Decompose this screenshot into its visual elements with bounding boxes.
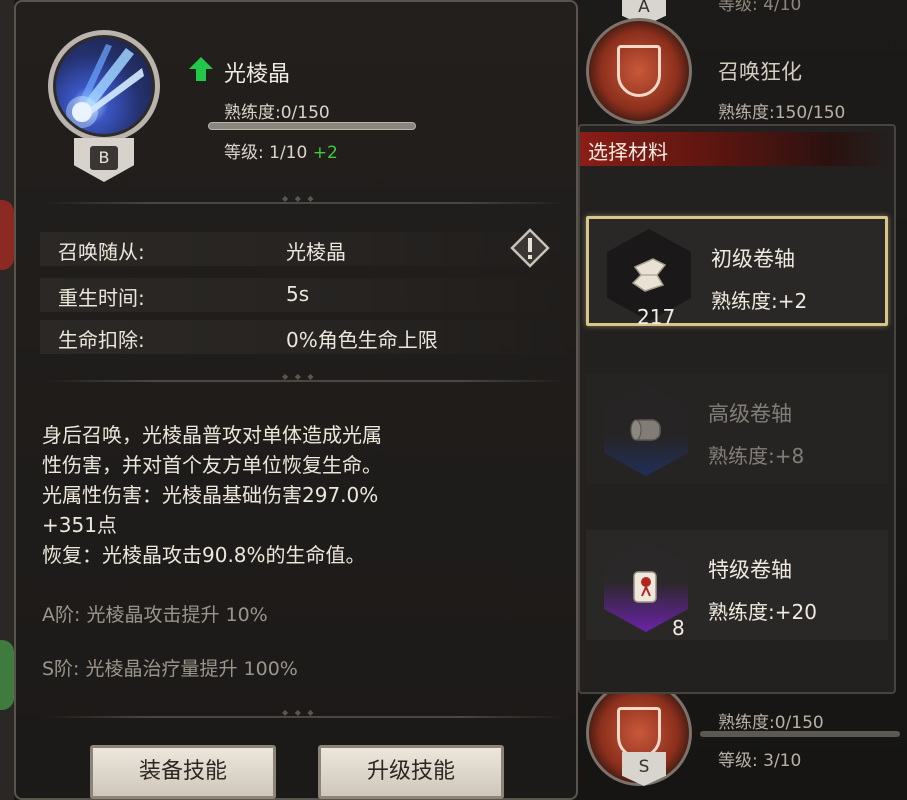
stat-value: 5s [286, 282, 310, 306]
material-select-panel: 选择材料 217 初级卷轴 熟练度:+2 高级卷轴 熟练度:+8 8 特级卷轴 … [578, 124, 896, 694]
skill-description: 身后召唤，光棱晶普攻对单体造成光属 性伤害，并对首个友方单位恢复生命。 光属性伤… [42, 420, 562, 570]
behind-skill-proficiency: 熟练度:150/150 [718, 103, 846, 123]
scroll-icon [604, 384, 688, 476]
material-exp: 熟练度:+8 [708, 444, 805, 468]
stat-value: 0%角色生命上限 [286, 328, 438, 352]
stat-value: 光棱晶 [286, 240, 346, 264]
behind-skill-icon[interactable] [586, 18, 692, 124]
description-line: 恢复：光棱晶攻击90.8%的生命值。 [42, 543, 366, 567]
upgrade-arrow-icon [189, 57, 213, 81]
material-item-special-scroll[interactable]: 8 特级卷轴 熟练度:+20 [586, 530, 888, 640]
divider [46, 194, 566, 204]
stat-key: 召唤随从: [58, 240, 145, 264]
material-count: 8 [672, 616, 685, 640]
material-name: 高级卷轴 [708, 402, 792, 426]
material-panel-title: 选择材料 [588, 140, 668, 164]
background-left-icon [0, 200, 14, 270]
background-left-icon [0, 640, 14, 710]
info-warning-icon[interactable] [510, 228, 550, 268]
tier-s-bonus: S阶: 光棱晶治疗量提升 100% [42, 658, 298, 680]
skill-proficiency: 熟练度:0/150 [224, 103, 330, 123]
behind-skill-level-lower: 等级: 3/10 [718, 751, 802, 771]
skill-name: 光棱晶 [224, 62, 291, 87]
material-exp: 熟练度:+2 [711, 289, 808, 313]
upgrade-skill-button[interactable]: 升级技能 [318, 745, 504, 799]
stat-key: 生命扣除: [58, 328, 145, 352]
stat-row-summon: 召唤随从: 光棱晶 [40, 232, 572, 266]
stat-key: 重生时间: [58, 286, 145, 310]
skill-level: 等级: 1/10 +2 [224, 138, 338, 163]
material-exp: 熟练度:+20 [708, 600, 817, 624]
skill-detail-panel: B 光棱晶 熟练度:0/150 等级: 1/10 +2 召唤随从: 光棱晶 重生… [14, 0, 578, 800]
behind-skill-title: 召唤狂化 [718, 60, 802, 84]
material-item-basic-scroll[interactable]: 217 初级卷轴 熟练度:+2 [586, 216, 888, 329]
divider [46, 372, 566, 382]
proficiency-bar [208, 122, 416, 130]
behind-skill-level: 等级: 4/10 [718, 0, 802, 15]
stat-row-respawn: 重生时间: 5s [40, 278, 572, 312]
skill-level-bonus: +2 [312, 143, 338, 163]
grade-label: B [90, 146, 118, 170]
grade-badge: B [74, 138, 134, 182]
skill-level-text: 等级: 1/10 [224, 143, 308, 163]
tier-a-bonus: A阶: 光棱晶攻击提升 10% [42, 604, 268, 626]
equip-skill-button[interactable]: 装备技能 [90, 745, 276, 799]
material-panel-header: 选择材料 [580, 132, 894, 166]
description-line: 身后召唤，光棱晶普攻对单体造成光属 [42, 423, 382, 447]
description-line: 性伤害，并对首个友方单位恢复生命。 [42, 453, 382, 477]
stat-row-hp-cost: 生命扣除: 0%角色生命上限 [40, 320, 572, 354]
divider [46, 708, 566, 718]
description-line: +351点 [42, 513, 117, 537]
material-name: 特级卷轴 [708, 558, 792, 582]
description-line: 光属性伤害：光棱晶基础伤害297.0% [42, 483, 379, 507]
material-count: 217 [637, 305, 676, 329]
material-name: 初级卷轴 [711, 247, 795, 271]
light-prism-icon [53, 35, 155, 137]
skill-icon-frame [48, 30, 160, 142]
behind-skill-proficiency-lower: 熟练度:0/150 [718, 713, 824, 733]
material-item-advanced-scroll[interactable]: 高级卷轴 熟练度:+8 [586, 374, 888, 484]
